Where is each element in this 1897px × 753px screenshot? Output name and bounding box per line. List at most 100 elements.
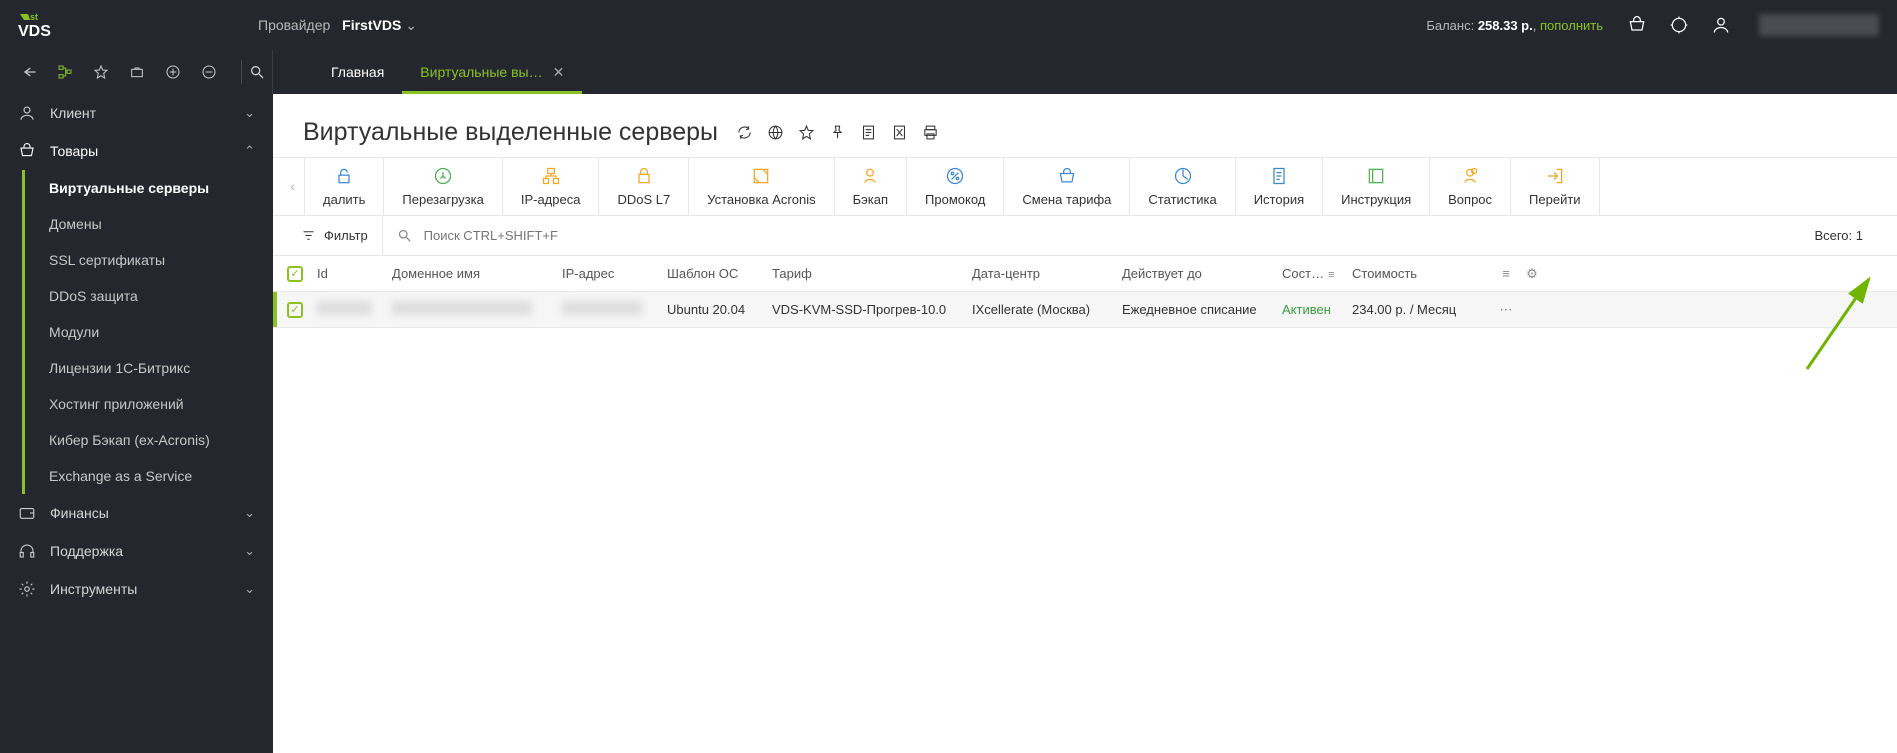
print-icon[interactable] xyxy=(922,124,939,141)
tool-manual[interactable]: Инструкция xyxy=(1323,158,1430,215)
question-icon xyxy=(1460,166,1480,186)
svg-text:st: st xyxy=(30,12,38,22)
book-icon xyxy=(1366,166,1386,186)
refresh-icon[interactable] xyxy=(736,124,753,141)
search-icon xyxy=(397,228,412,243)
search-icon[interactable] xyxy=(248,63,266,81)
topup-link[interactable]: пополнить xyxy=(1540,18,1603,33)
star-icon[interactable] xyxy=(92,63,110,81)
col-id[interactable]: Id xyxy=(317,266,392,281)
tool-question[interactable]: Вопрос xyxy=(1430,158,1511,215)
col-template[interactable]: Шаблон ОС xyxy=(667,266,772,281)
col-valid[interactable]: Действует до xyxy=(1122,266,1282,281)
back-icon[interactable] xyxy=(20,63,38,81)
chart-icon xyxy=(1173,166,1193,186)
sidebar-item-vds[interactable]: Виртуальные серверы xyxy=(25,170,273,206)
nav-group-products[interactable]: Товары ⌃ xyxy=(0,132,273,170)
balance-block: Баланс: 258.33 р., пополнить xyxy=(1426,18,1603,33)
percent-icon xyxy=(945,166,965,186)
user-icon xyxy=(18,104,36,122)
col-price[interactable]: Стоимость xyxy=(1352,266,1492,281)
col-tariff[interactable]: Тариф xyxy=(772,266,972,281)
cell-datacenter: IXcellerate (Москва) xyxy=(972,302,1122,317)
tool-ddos[interactable]: DDoS L7 xyxy=(599,158,689,215)
logo[interactable]: VDSst xyxy=(18,10,258,40)
tab-bar: Главная Виртуальные вы… ✕ xyxy=(273,50,582,94)
star-icon[interactable] xyxy=(798,124,815,141)
cart-icon[interactable] xyxy=(1627,15,1647,35)
top-header: VDSst Провайдер FirstVDS ⌄ Баланс: 258.3… xyxy=(0,0,1897,50)
sidebar-item-bitrix[interactable]: Лицензии 1С-Битрикс xyxy=(25,350,273,386)
plus-circle-icon[interactable] xyxy=(164,63,182,81)
balance-value: 258.33 р. xyxy=(1478,18,1533,33)
col-ip[interactable]: IP-адрес xyxy=(562,266,667,281)
col-datacenter[interactable]: Дата-центр xyxy=(972,266,1122,281)
support-icon[interactable] xyxy=(1669,15,1689,35)
col-status[interactable]: Сост…≡ xyxy=(1282,266,1352,281)
svg-text:VDS: VDS xyxy=(18,23,51,40)
tool-promo[interactable]: Промокод xyxy=(907,158,1004,215)
network-icon xyxy=(541,166,561,186)
gear-icon xyxy=(18,580,36,598)
toolbar-scroll-left[interactable]: ‹ xyxy=(281,158,305,215)
minus-circle-icon[interactable] xyxy=(200,63,218,81)
nav-label: Клиент xyxy=(50,105,96,121)
report-icon[interactable] xyxy=(860,124,877,141)
cell-valid: Ежедневное списание xyxy=(1122,302,1282,317)
page-title: Виртуальные выделенные серверы xyxy=(303,118,718,147)
table-header: ✓ Id Доменное имя IP-адрес Шаблон ОС Тар… xyxy=(273,256,1897,292)
tool-acronis[interactable]: Установка Acronis xyxy=(689,158,834,215)
wallet-icon xyxy=(18,504,36,522)
tool-ip[interactable]: IP-адреса xyxy=(503,158,600,215)
lock-icon xyxy=(334,166,354,186)
nav-group-finance[interactable]: Финансы ⌄ xyxy=(0,494,273,532)
row-menu-icon[interactable]: ⋯ xyxy=(1492,302,1520,318)
tool-delete[interactable]: далить xyxy=(305,158,384,215)
globe-icon[interactable] xyxy=(767,124,784,141)
tab-vds[interactable]: Виртуальные вы… ✕ xyxy=(402,50,582,94)
filter-button[interactable]: Фильтр xyxy=(287,216,383,255)
pin-icon[interactable] xyxy=(829,124,846,141)
tree-icon[interactable] xyxy=(56,63,74,81)
col-domain[interactable]: Доменное имя xyxy=(392,266,562,281)
select-all-checkbox[interactable]: ✓ xyxy=(287,266,303,282)
nav-group-client[interactable]: Клиент ⌄ xyxy=(0,94,273,132)
provider-label: Провайдер xyxy=(258,17,330,33)
close-icon[interactable]: ✕ xyxy=(553,64,565,81)
sidebar-item-domains[interactable]: Домены xyxy=(25,206,273,242)
search-box[interactable] xyxy=(383,227,1815,244)
sidebar-item-acronis[interactable]: Кибер Бэкап (ex-Acronis) xyxy=(25,422,273,458)
briefcase-icon[interactable] xyxy=(128,63,146,81)
nav-group-support[interactable]: Поддержка ⌄ xyxy=(0,532,273,570)
sidebar-item-ddos[interactable]: DDoS защита xyxy=(25,278,273,314)
basket-icon xyxy=(18,142,36,160)
col-menu-icon[interactable]: ≡ xyxy=(1492,266,1520,281)
cell-ip-redacted xyxy=(562,301,642,315)
tab-main[interactable]: Главная xyxy=(313,50,402,94)
sidebar-item-modules[interactable]: Модули xyxy=(25,314,273,350)
search-input[interactable] xyxy=(422,227,742,244)
nav-label: Инструменты xyxy=(50,581,137,597)
document-icon xyxy=(1269,166,1289,186)
export-icon[interactable] xyxy=(891,124,908,141)
tool-goto[interactable]: Перейти xyxy=(1511,158,1600,215)
row-checkbox[interactable]: ✓ xyxy=(287,302,303,318)
cell-price: 234.00 р. / Месяц xyxy=(1352,302,1492,317)
chevron-up-icon: ⌃ xyxy=(244,143,255,159)
tab-label: Виртуальные вы… xyxy=(420,64,542,80)
tool-stats[interactable]: Статистика xyxy=(1130,158,1235,215)
sidebar-item-exchange[interactable]: Exchange as a Service xyxy=(25,458,273,494)
tool-history[interactable]: История xyxy=(1236,158,1323,215)
nav-group-tools[interactable]: Инструменты ⌄ xyxy=(0,570,273,608)
tool-reboot[interactable]: Перезагрузка xyxy=(384,158,502,215)
col-settings-icon[interactable]: ⚙ xyxy=(1520,266,1544,282)
sidebar-item-ssl[interactable]: SSL сертификаты xyxy=(25,242,273,278)
table-row[interactable]: ✓ Ubuntu 20.04 VDS-KVM-SSD-Прогрев-10.0 … xyxy=(273,292,1897,328)
user-icon[interactable] xyxy=(1711,15,1731,35)
tool-tariff[interactable]: Смена тарифа xyxy=(1004,158,1130,215)
tool-backup[interactable]: Бэкап xyxy=(835,158,907,215)
sidebar-item-hosting[interactable]: Хостинг приложений xyxy=(25,386,273,422)
provider-selector[interactable]: Провайдер FirstVDS ⌄ xyxy=(258,17,417,34)
install-icon xyxy=(751,166,771,186)
tab-label: Главная xyxy=(331,64,384,80)
